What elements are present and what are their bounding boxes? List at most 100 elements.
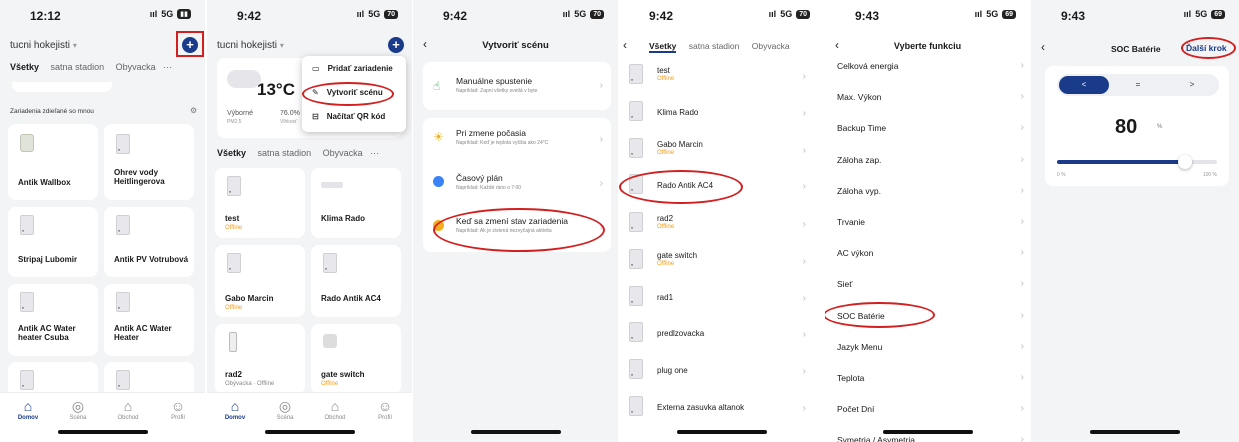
settings-card: < = > 80 % 0 % 100 % [1045,66,1229,186]
slider-handle[interactable] [1178,155,1192,169]
device-card[interactable]: Antik Wallbox [8,124,98,200]
device-card[interactable]: Ohrev vody Heitlingerova [104,124,194,200]
device-card[interactable]: gate switch Offline [311,324,401,394]
tab-obyvacka[interactable]: Obyvacka [752,41,790,51]
value-display: 80 [1115,116,1138,138]
weather-temp: 13°C [257,80,295,99]
more-icon[interactable]: ··· [370,148,379,158]
device-list-item[interactable]: plug one › [619,355,824,389]
device-list-item[interactable]: rad1 › [619,282,824,316]
screen-create-scene: 9:42 ııl 5G 70 ‹ Vytvoriť scénu ☝ Manuál… [413,0,618,442]
device-list-item[interactable]: Rado Antik AC4 › [619,170,824,204]
home-selector[interactable]: tucni hokejisti ▾ [10,40,77,51]
back-icon[interactable]: ‹ [623,38,627,52]
tab-satna-stadion[interactable]: satna stadion [689,41,740,51]
less-than-button[interactable]: < [1059,76,1109,94]
nav-profile[interactable]: ☺ Profil [365,397,405,421]
home-selector[interactable]: tucni hokejisti ▾ [217,40,284,51]
manual-option-card[interactable]: ☝ Manuálne spustenie Napríklad: Zapni vš… [423,62,611,110]
weather-option[interactable]: ☀ Pri zmene počasia Napríklad: Keď je te… [423,118,611,162]
device-card[interactable]: Rado Antik AC4 [311,245,401,317]
more-icon[interactable]: ··· [163,62,172,72]
device-icon [629,212,643,232]
device-card[interactable]: Antik PV Votrubová [104,207,194,277]
option-subtitle: Napríklad: Každé ráno o 7:00 [456,185,522,191]
tab-satna-stadion[interactable]: satna stadion [258,148,312,158]
device-card[interactable]: Antik AC Water Heater [104,284,194,356]
tab-all[interactable]: Všetky [649,41,677,53]
device-card[interactable]: Gabo Marcin Offline [215,245,305,317]
function-list-item[interactable]: Backup Time › [825,117,1030,143]
device-card[interactable]: Antik AC Water heater Csuba [8,284,98,356]
menu-create-scene[interactable]: ✎ Vytvoriť scénu [312,88,383,97]
device-list-item[interactable]: gate switchOffline › [619,245,824,279]
scene-icon: ◎ [278,398,292,414]
function-list-item[interactable]: Teplota › [825,367,1030,393]
equals-button[interactable]: = [1113,76,1163,94]
function-name: Počet Dní [837,404,875,415]
function-name: Backup Time [837,123,887,134]
nav-shop[interactable]: ⌂ Obchod [315,397,355,421]
nav-profile[interactable]: ☺ Profil [158,397,198,421]
device-card[interactable]: Stripaj Lubomir [8,207,98,277]
function-list-item[interactable]: Max. Výkon › [825,86,1030,112]
function-list-item[interactable]: SOC Batérie › [825,305,1030,331]
nav-home[interactable]: ⌂ Domov [8,397,48,421]
device-list-item[interactable]: predlzovacka › [619,318,824,352]
chevron-right-icon: › [1020,372,1024,383]
tab-obyvacka[interactable]: Obyvacka [116,62,156,72]
device-list-item[interactable]: Klima Rado › [619,97,824,131]
device-icon [227,253,241,273]
device-list-item[interactable]: Gabo MarcinOffline › [619,134,824,168]
greater-than-button[interactable]: > [1167,76,1217,94]
device-card[interactable]: Klima Rado [311,168,401,238]
slider-track[interactable] [1057,155,1217,169]
hand-icon: ☝ [433,79,441,93]
device-state-option[interactable]: Keď sa zmení stav zariadenia Napríklad: … [423,208,611,252]
device-status: Offline [657,224,675,230]
device-list-item[interactable]: Externa zasuvka altanok › [619,392,824,426]
chevron-right-icon: › [802,329,806,340]
device-card[interactable]: test Offline [215,168,305,238]
next-step-button[interactable]: Ďalší krok [1186,43,1227,53]
back-icon[interactable]: ‹ [1041,40,1045,54]
function-list-item[interactable]: AC výkon › [825,242,1030,268]
network-indicator: ııl 5G 69 [1184,9,1225,19]
function-list-item[interactable]: Sieť › [825,273,1030,299]
menu-add-device[interactable]: ▭ Pridať zariadenie [312,64,393,73]
add-button[interactable]: + [182,37,198,53]
device-list-item[interactable]: testOffline › [619,60,824,94]
tab-satna-stadion[interactable]: satna stadion [51,62,105,72]
network-indicator: ııl 5G 70 [563,9,604,19]
conditions-card: ☀ Pri zmene počasia Napríklad: Keď je te… [423,118,611,252]
function-list-item[interactable]: Záloha zap. › [825,149,1030,175]
settings-icon[interactable]: ⚙ [190,106,197,115]
tab-obyvacka[interactable]: Obyvacka [323,148,363,158]
chevron-right-icon: › [1020,340,1024,352]
function-list-item[interactable]: Počet Dní › [825,398,1030,424]
slider-fill [1057,160,1185,164]
add-menu-popup: ▭ Pridať zariadenie ✎ Vytvoriť scénu ⊟ Načí… [302,56,406,132]
device-card[interactable]: rad2 Obývacka · Offline [215,324,305,394]
nav-scene[interactable]: ◎ Scéna [265,397,305,421]
tab-all[interactable]: Všetky [217,148,246,158]
function-list-item[interactable]: Záloha vyp. › [825,180,1030,206]
function-list-item[interactable]: Jazyk Menu › [825,336,1030,362]
function-name: Celková energia [837,61,899,71]
schedule-option[interactable]: Časový plán Napríklad: Každé ráno o 7:00… [423,164,611,204]
function-list-item[interactable]: Trvanie › [825,211,1030,237]
function-list-item[interactable]: Celková energia › [825,55,1030,81]
chevron-right-icon: › [802,71,806,82]
add-button[interactable]: + [388,37,404,53]
home-indicator [676,430,767,434]
chevron-right-icon: › [802,403,806,414]
menu-scan-qr[interactable]: ⊟ Načítať QR kód [312,112,385,121]
device-list-item[interactable]: rad2Offline › [619,208,824,242]
operator-selector: < = > [1057,74,1219,96]
device-icon [629,138,643,158]
nav-scene[interactable]: ◎ Scéna [58,397,98,421]
tab-all[interactable]: Všetky [10,62,39,72]
nav-shop[interactable]: ⌂ Obchod [108,397,148,421]
nav-home[interactable]: ⌂ Domov [215,397,255,421]
device-icon [629,174,643,194]
